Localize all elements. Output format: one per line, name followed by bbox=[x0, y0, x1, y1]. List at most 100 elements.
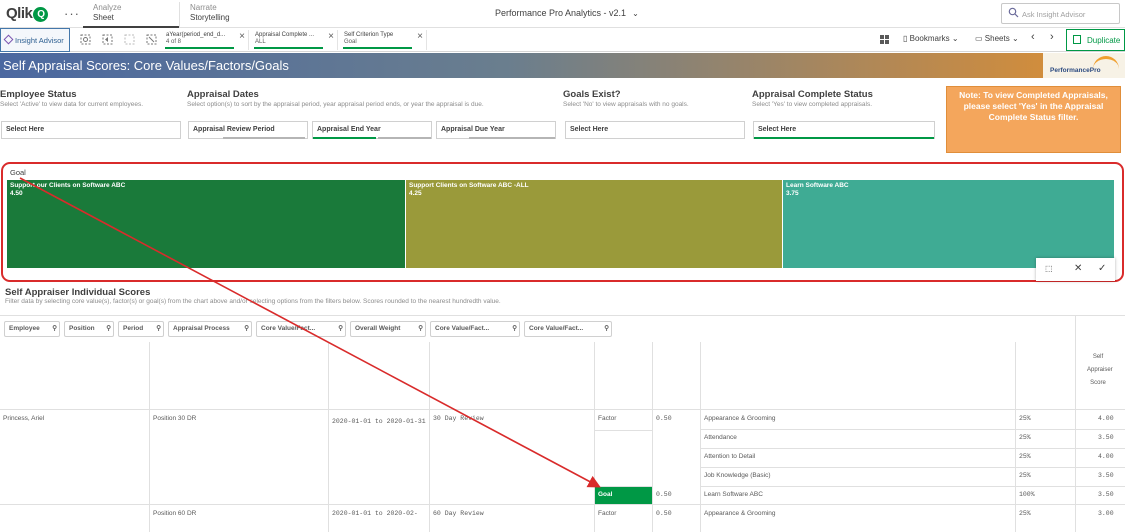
app-title-dropdown[interactable]: Performance Pro Analytics - v2.1 ⌄ bbox=[495, 8, 639, 18]
previous-sheet-icon[interactable]: ‹ bbox=[1031, 31, 1035, 43]
column-header: Overall Weight bbox=[355, 325, 401, 332]
appraisal-due-year-select[interactable]: Appraisal Due Year bbox=[436, 121, 556, 139]
cell-weight: 0.50 bbox=[656, 491, 672, 498]
chevron-down-icon: ⌄ bbox=[632, 9, 639, 18]
column-filter-period[interactable]: Period ⚲ bbox=[118, 321, 164, 337]
filter-goals-exist: Goals Exist? Select 'No' to view apprais… bbox=[563, 89, 743, 108]
bookmarks-button[interactable]: ▯ Bookmarks ⌄ bbox=[903, 34, 959, 43]
app-window: Qlik Q ··· Analyze Sheet Narrate Storytel… bbox=[0, 0, 1125, 532]
cell-type-goal-highlight[interactable]: Goal bbox=[595, 487, 652, 504]
filter-title: Employee Status bbox=[0, 89, 77, 100]
duplicate-label: Duplicate bbox=[1087, 36, 1121, 45]
employee-status-select[interactable]: Select Here bbox=[1, 121, 181, 139]
search-icon: ⚲ bbox=[156, 325, 161, 332]
column-filter-core-value-2[interactable]: Core Value/Fact... ⚲ bbox=[430, 321, 520, 337]
appraisal-review-period-select[interactable]: Appraisal Review Period bbox=[188, 121, 308, 139]
cell-criterion: Attendance bbox=[704, 434, 737, 441]
top-bar: Qlik Q ··· Analyze Sheet Narrate Storytel… bbox=[0, 0, 1125, 28]
cell-criterion: Appearance & Grooming bbox=[704, 415, 776, 422]
cell-position: Position 60 DR bbox=[153, 510, 197, 517]
confirm-selection-icon[interactable]: ✓ bbox=[1098, 263, 1106, 274]
tab-analyze-sheet[interactable]: Analyze Sheet bbox=[83, 2, 179, 28]
close-icon[interactable]: × bbox=[328, 32, 334, 42]
filter-description: Select 'No' to view appraisals with no g… bbox=[563, 101, 689, 108]
duplicate-button[interactable]: Duplicate bbox=[1066, 29, 1125, 51]
sheets-button[interactable]: ▭ Sheets ⌄ bbox=[975, 34, 1019, 43]
next-sheet-icon[interactable]: › bbox=[1050, 31, 1054, 43]
column-filter-appraisal-process[interactable]: Appraisal Process ⚲ bbox=[168, 321, 252, 337]
cell-score: 3.00 bbox=[1098, 510, 1114, 517]
select-label: Select Here bbox=[758, 126, 797, 133]
grid-view-icon[interactable] bbox=[879, 34, 890, 45]
chevron-down-icon: ⌄ bbox=[951, 34, 959, 43]
bookmark-icon: ▯ bbox=[903, 34, 908, 43]
selection-toolbar: ⬚ ✕ ✓ bbox=[1036, 258, 1115, 281]
app-title: Performance Pro Analytics - v2.1 bbox=[495, 8, 627, 18]
cell-score: 4.00 bbox=[1098, 415, 1114, 422]
cell-criterion: Job Knowledge (Basic) bbox=[704, 472, 771, 479]
smart-search-icon[interactable] bbox=[80, 34, 91, 45]
column-filter-employee[interactable]: Employee ⚲ bbox=[4, 321, 60, 337]
duplicate-icon bbox=[1073, 35, 1081, 44]
row-divider bbox=[700, 486, 1125, 487]
logo-text: Qlik bbox=[6, 5, 33, 22]
cell-score: 3.50 bbox=[1098, 434, 1114, 441]
sheet-title: Self Appraisal Scores: Core Values/Facto… bbox=[3, 58, 289, 73]
tab-narrate-storytelling[interactable]: Narrate Storytelling bbox=[179, 2, 275, 28]
clear-selections-icon[interactable] bbox=[146, 34, 157, 45]
selection-chip-criterion[interactable]: Self Criterion Type Goal × bbox=[339, 30, 427, 50]
step-back-icon[interactable] bbox=[102, 34, 113, 45]
filter-appraisal-dates: Appraisal Dates Select option(s) to sort… bbox=[187, 89, 557, 108]
col-divider bbox=[1075, 316, 1076, 532]
bookmarks-label: Bookmarks bbox=[909, 34, 950, 43]
selection-chip-complete[interactable]: Appraisal Complete ... ALL × bbox=[250, 30, 338, 50]
cell-type: Factor bbox=[598, 510, 617, 517]
appraisal-end-year-select[interactable]: Appraisal End Year bbox=[312, 121, 432, 139]
chip-value: Goal bbox=[344, 39, 357, 45]
select-state-bar bbox=[223, 137, 305, 139]
tab-sheet-sub: Analyze bbox=[93, 3, 122, 12]
cell-score: 3.50 bbox=[1098, 472, 1114, 479]
chip-field: aYear(period_end_d... bbox=[166, 32, 226, 38]
cell-process: 30 Day Review bbox=[433, 415, 484, 422]
appraisal-complete-select[interactable]: Select Here bbox=[753, 121, 935, 139]
filter-appraisal-complete: Appraisal Complete Status Select 'Yes' t… bbox=[752, 89, 937, 108]
filter-description: Select option(s) to sort by the appraisa… bbox=[187, 101, 484, 108]
cell-process: 60 Day Review bbox=[433, 510, 484, 517]
close-icon[interactable]: × bbox=[239, 32, 245, 42]
column-filter-overall-weight[interactable]: Overall Weight ⚲ bbox=[350, 321, 426, 337]
selection-chip-year[interactable]: aYear(period_end_d... 4 of 8 × bbox=[161, 30, 249, 50]
column-header: Employee bbox=[9, 325, 40, 332]
goals-exist-select[interactable]: Select Here bbox=[565, 121, 745, 139]
lasso-select-icon[interactable]: ⬚ bbox=[1045, 264, 1053, 273]
search-icon: ⚲ bbox=[244, 325, 249, 332]
completed-appraisals-note: Note: To view Completed Appraisals, plea… bbox=[946, 86, 1121, 153]
column-filter-core-value-3[interactable]: Core Value/Fact... ⚲ bbox=[524, 321, 612, 337]
table-title: Self Appraiser Individual Scores bbox=[5, 287, 151, 298]
column-header: Position bbox=[69, 325, 95, 332]
filter-title: Appraisal Complete Status bbox=[752, 89, 873, 100]
filter-description: Select 'Active' to view data for current… bbox=[0, 101, 144, 108]
cancel-selection-icon[interactable]: ✕ bbox=[1074, 263, 1082, 274]
step-forward-icon[interactable] bbox=[124, 34, 135, 45]
column-header: Core Value/Fact... bbox=[435, 325, 490, 332]
chip-field: Appraisal Complete ... bbox=[255, 32, 315, 38]
select-state-bar-alt bbox=[378, 137, 431, 139]
search-icon bbox=[1008, 7, 1019, 18]
column-filter-position[interactable]: Position ⚲ bbox=[64, 321, 114, 337]
selection-bar: Insight Advisor aYear(period_end_d... 4 … bbox=[0, 28, 1125, 52]
row-divider bbox=[700, 448, 1125, 449]
select-label: Select Here bbox=[6, 126, 45, 133]
more-menu-icon[interactable]: ··· bbox=[64, 6, 80, 21]
logo-arc-icon bbox=[1093, 56, 1119, 70]
sheets-icon: ▭ bbox=[975, 34, 983, 43]
qlik-logo[interactable]: Qlik Q bbox=[6, 5, 49, 22]
cell-percent: 25% bbox=[1019, 510, 1031, 517]
insight-search-input[interactable]: Ask Insight Advisor bbox=[1001, 3, 1120, 24]
close-icon[interactable]: × bbox=[417, 32, 423, 42]
column-filter-core-value-1[interactable]: Core Value/Fact... ⚲ bbox=[256, 321, 346, 337]
row-divider bbox=[0, 409, 1125, 410]
insight-advisor-button[interactable]: Insight Advisor bbox=[0, 28, 70, 52]
search-placeholder: Ask Insight Advisor bbox=[1022, 10, 1086, 19]
cell-percent: 25% bbox=[1019, 434, 1031, 441]
